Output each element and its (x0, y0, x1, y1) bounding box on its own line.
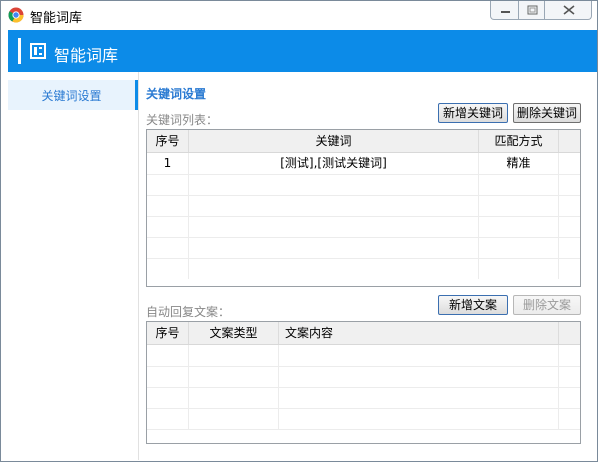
header-title: 智能词库 (54, 46, 119, 65)
empty-row (147, 216, 580, 238)
column-header-filler (559, 322, 580, 344)
delete-keyword-button[interactable]: 删除关键词 (513, 103, 581, 123)
app-window: 智能词库 智能词库 关键词设置 关键词设置 关键词列表： 新增关键词 删除关键词… (0, 0, 598, 462)
column-header-index[interactable]: 序号 (147, 130, 189, 152)
minimize-button[interactable] (490, 1, 519, 20)
add-keyword-button[interactable]: 新增关键词 (438, 103, 508, 123)
empty-row (147, 366, 580, 388)
keyword-list-label: 关键词列表： (146, 113, 219, 127)
column-header-content[interactable]: 文案内容 (279, 322, 559, 344)
empty-row (147, 237, 580, 259)
sidebar-item-keyword-settings[interactable]: 关键词设置 (8, 80, 138, 110)
empty-row (147, 387, 580, 409)
keyword-table-header: 序号 关键词 匹配方式 (147, 130, 580, 153)
empty-row (147, 408, 580, 430)
sidebar: 关键词设置 (8, 72, 139, 460)
panel-icon (30, 43, 46, 59)
cell-filler (559, 153, 580, 174)
app-header: 智能词库 (8, 30, 597, 72)
cell-keyword: [测试],[测试关键词] (189, 153, 479, 174)
chrome-icon (8, 7, 24, 23)
window-title: 智能词库 (30, 11, 83, 26)
reply-table: 序号 文案类型 文案内容 (146, 321, 581, 444)
empty-row (147, 195, 580, 217)
minimize-icon (501, 11, 510, 13)
reply-list-label: 自动回复文案： (146, 305, 231, 319)
delete-reply-button: 删除文案 (513, 295, 581, 315)
column-header-filler (559, 130, 580, 152)
reply-table-header: 序号 文案类型 文案内容 (147, 322, 580, 345)
close-button[interactable] (544, 1, 592, 20)
empty-row (147, 258, 580, 279)
empty-row (147, 174, 580, 196)
column-header-type[interactable]: 文案类型 (189, 322, 279, 344)
section-title: 关键词设置 (146, 87, 207, 101)
keyword-table: 序号 关键词 匹配方式 1 [测试],[测试关键词] 精准 (146, 129, 581, 287)
title-bar: 智能词库 (1, 1, 597, 29)
cell-index: 1 (147, 153, 189, 174)
table-row[interactable]: 1 [测试],[测试关键词] 精准 (147, 153, 580, 175)
cell-match: 精准 (479, 153, 559, 174)
add-reply-button[interactable]: 新增文案 (438, 295, 508, 315)
column-header-index[interactable]: 序号 (147, 322, 189, 344)
close-icon (563, 5, 575, 15)
maximize-button[interactable] (518, 1, 545, 20)
column-header-match[interactable]: 匹配方式 (479, 130, 559, 152)
empty-row (147, 345, 580, 367)
header-accent-bar (18, 38, 21, 64)
maximize-icon (527, 5, 538, 15)
sidebar-item-label: 关键词设置 (41, 89, 102, 103)
column-header-keyword[interactable]: 关键词 (189, 130, 479, 152)
